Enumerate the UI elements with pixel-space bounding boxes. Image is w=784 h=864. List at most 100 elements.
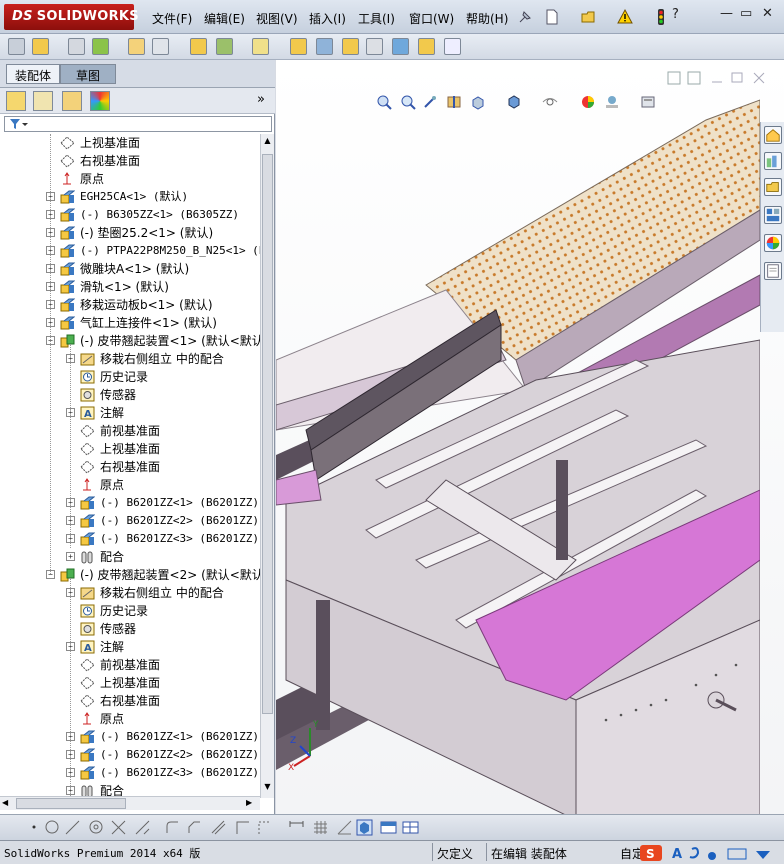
- extend-icon[interactable]: [134, 819, 151, 836]
- menu-view[interactable]: 视图(V): [256, 10, 298, 27]
- tree-row[interactable]: + (-) B6201ZZ<2> (B6201ZZ): [0, 512, 260, 530]
- tree-row[interactable]: − (-) 皮带翘起装置<2> (默认<默认: [0, 566, 260, 584]
- tab-assembly[interactable]: 装配体: [6, 64, 61, 84]
- tree-row[interactable]: 右视基准面: [0, 152, 260, 170]
- tree-row[interactable]: 右视基准面: [0, 692, 260, 710]
- bill-of-materials-icon[interactable]: [316, 38, 333, 55]
- scroll-thumb[interactable]: [262, 154, 273, 714]
- scroll-left-arrow-icon[interactable]: ◀: [2, 798, 8, 807]
- tree-row[interactable]: + 微雕块A<1> (默认): [0, 260, 260, 278]
- trim-icon[interactable]: [110, 819, 127, 836]
- tab-sketch[interactable]: 草图: [60, 64, 116, 84]
- tree-row[interactable]: + 配合: [0, 548, 260, 566]
- pin-icon[interactable]: [516, 8, 534, 26]
- tree-row[interactable]: + (-) B6201ZZ<3> (B6201ZZ): [0, 530, 260, 548]
- scroll-down-arrow-icon[interactable]: ▼: [262, 782, 273, 794]
- assembly-model-render[interactable]: [276, 60, 760, 814]
- tree-row[interactable]: + (-) B6201ZZ<2> (B6201ZZ): [0, 746, 260, 764]
- tree-row[interactable]: 前视基准面: [0, 656, 260, 674]
- tree-row[interactable]: + A 注解: [0, 638, 260, 656]
- design-library-icon[interactable]: [764, 152, 782, 170]
- explode-line-icon[interactable]: [366, 38, 383, 55]
- offset-icon[interactable]: [210, 819, 227, 836]
- mirror-icon[interactable]: [256, 819, 273, 836]
- filter-bar[interactable]: [4, 116, 272, 132]
- feature-manager-icon[interactable]: [6, 91, 26, 111]
- assembly-features-icon[interactable]: [216, 38, 233, 55]
- table-icon[interactable]: [402, 819, 419, 836]
- display-manager-icon[interactable]: [90, 91, 110, 111]
- move-component-icon[interactable]: [152, 38, 169, 55]
- angle-icon[interactable]: [336, 819, 353, 836]
- open-folder-icon[interactable]: [580, 8, 598, 26]
- scroll-right-arrow-icon[interactable]: ▶: [246, 798, 252, 807]
- instant3d-icon[interactable]: [444, 38, 461, 55]
- interference-icon[interactable]: [392, 38, 409, 55]
- scroll-up-arrow-icon[interactable]: ▲: [262, 136, 273, 148]
- solidworks-resources-icon[interactable]: [764, 126, 782, 144]
- tree-row[interactable]: + 滑轨<1> (默认): [0, 278, 260, 296]
- tree-row[interactable]: + 移栽运动板b<1> (默认): [0, 296, 260, 314]
- close-button[interactable]: ✕: [762, 6, 773, 21]
- ime-toolbar[interactable]: S A: [640, 843, 780, 863]
- menu-help[interactable]: 帮助(H): [466, 10, 508, 27]
- file-explorer-icon[interactable]: [764, 178, 782, 196]
- convert-entities-icon[interactable]: [234, 819, 251, 836]
- appearances-scenes-icon[interactable]: [764, 234, 782, 252]
- tree-row[interactable]: + (-) PTPA22P8M250_B_N25<1> (PTP: [0, 242, 260, 260]
- tree-row[interactable]: + (-) B6201ZZ<3> (B6201ZZ): [0, 764, 260, 782]
- restore-button[interactable]: ▭: [740, 6, 752, 21]
- tree-vertical-scrollbar[interactable]: ▲ ▼: [260, 134, 274, 798]
- menu-edit[interactable]: 编辑(E): [204, 10, 245, 27]
- configuration-manager-icon[interactable]: [62, 91, 82, 111]
- line-icon[interactable]: [64, 819, 81, 836]
- show-hidden-icon[interactable]: [190, 38, 207, 55]
- solidworks-logo[interactable]: DS SOLIDWORKS: [4, 4, 139, 30]
- circle-icon[interactable]: [44, 819, 61, 836]
- tree-row[interactable]: 传感器: [0, 620, 260, 638]
- mate-icon[interactable]: [68, 38, 85, 55]
- chamfer-icon[interactable]: [186, 819, 203, 836]
- tree-row[interactable]: + (-) B6201ZZ<1> (B6201ZZ): [0, 494, 260, 512]
- tree-row[interactable]: + EGH25CA<1> (默认): [0, 188, 260, 206]
- split-view-icon[interactable]: [380, 819, 397, 836]
- custom-properties-icon[interactable]: [764, 262, 782, 280]
- menu-window[interactable]: 窗口(W): [409, 10, 454, 27]
- tree-row[interactable]: + (-) B6305ZZ<1> (B6305ZZ): [0, 206, 260, 224]
- smart-dimension-icon[interactable]: [288, 819, 305, 836]
- tree-row[interactable]: 历史记录: [0, 602, 260, 620]
- menu-insert[interactable]: 插入(I): [309, 10, 346, 27]
- polygon-icon[interactable]: [88, 819, 105, 836]
- point-icon[interactable]: [26, 819, 43, 836]
- tree-row[interactable]: 历史记录: [0, 368, 260, 386]
- linear-pattern-icon[interactable]: [92, 38, 109, 55]
- expand-node-icon[interactable]: +: [66, 552, 75, 561]
- reference-geometry-icon[interactable]: [252, 38, 269, 55]
- tree-row[interactable]: 上视基准面: [0, 674, 260, 692]
- menu-tools[interactable]: 工具(I): [358, 10, 395, 27]
- tree-row[interactable]: 上视基准面: [0, 134, 260, 152]
- graphics-area[interactable]: Y X Z: [276, 60, 784, 814]
- traffic-light-icon[interactable]: [652, 8, 670, 26]
- property-manager-icon[interactable]: [33, 91, 53, 111]
- view-palette-icon[interactable]: [764, 206, 782, 224]
- tree-row[interactable]: 右视基准面: [0, 458, 260, 476]
- tree-row[interactable]: + A 注解: [0, 404, 260, 422]
- edit-component-icon[interactable]: [8, 38, 25, 55]
- tree-row[interactable]: 原点: [0, 710, 260, 728]
- tree-row[interactable]: 原点: [0, 476, 260, 494]
- tree-row[interactable]: + (-) B6201ZZ<1> (B6201ZZ): [0, 728, 260, 746]
- tree-row[interactable]: 传感器: [0, 386, 260, 404]
- tree-row[interactable]: + (-) 垫圈25.2<1> (默认): [0, 224, 260, 242]
- menu-file[interactable]: 文件(F): [152, 10, 192, 27]
- filter-icon[interactable]: [9, 118, 29, 130]
- new-document-icon[interactable]: [543, 8, 561, 26]
- hscroll-thumb[interactable]: [16, 798, 126, 809]
- tree-row[interactable]: − (-) 皮带翘起装置<1> (默认<默认: [0, 332, 260, 350]
- tree-row[interactable]: + 移栽右侧组立 中的配合: [0, 584, 260, 602]
- warning-icon[interactable]: [616, 8, 634, 26]
- exploded-view-icon[interactable]: [342, 38, 359, 55]
- clearance-icon[interactable]: [418, 38, 435, 55]
- tree-row[interactable]: + 移栽右侧组立 中的配合: [0, 350, 260, 368]
- tree-horizontal-scrollbar[interactable]: ◀ ▶: [0, 796, 260, 810]
